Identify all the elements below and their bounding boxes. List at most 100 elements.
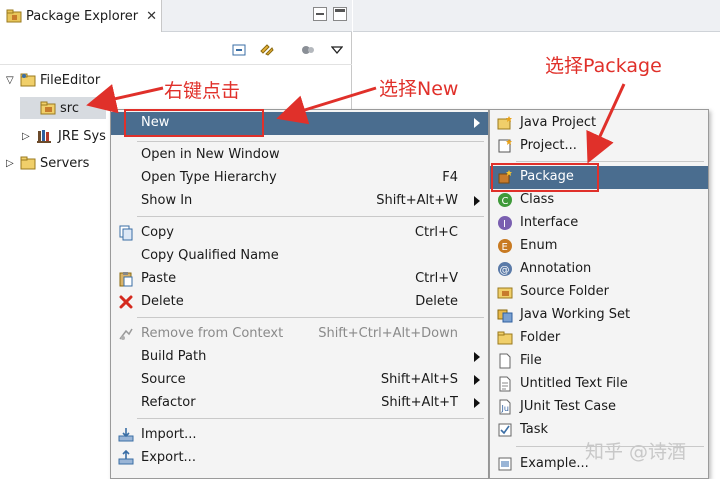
submenu-item-junit-test-case[interactable]: Ju JUnit Test Case <box>490 396 708 419</box>
menu-shortcut: Ctrl+C <box>414 225 458 240</box>
menu-item-source[interactable]: Source Shift+Alt+S <box>111 369 488 392</box>
menu-item-label: Open in New Window <box>141 147 280 162</box>
context-menu: New Open in New Window Open Type Hierarc… <box>110 109 489 479</box>
menu-item-label: Delete <box>141 294 184 309</box>
annotation-select-package: 选择Package <box>545 55 662 77</box>
menu-item-label: Open Type Hierarchy <box>141 170 277 185</box>
submenu-item-project[interactable]: Project... <box>490 135 708 158</box>
expand-icon[interactable]: ▽ <box>6 75 16 86</box>
view-filter-icon[interactable] <box>299 41 317 59</box>
menu-item-copy-qualified-name[interactable]: Copy Qualified Name <box>111 245 488 268</box>
submenu-item-folder[interactable]: Folder <box>490 327 708 350</box>
minimize-icon[interactable] <box>313 7 327 21</box>
tree-item-src[interactable]: src <box>20 97 106 119</box>
menu-shortcut: Shift+Alt+W <box>376 193 458 208</box>
task-icon <box>498 423 512 437</box>
submenu-item-annotation[interactable]: @ Annotation <box>490 258 708 281</box>
submenu-item-enum[interactable]: E Enum <box>490 235 708 258</box>
menu-item-label: Interface <box>520 215 579 230</box>
menu-item-refactor[interactable]: Refactor Shift+Alt+T <box>111 392 488 415</box>
menu-item-open-in-new-window[interactable]: Open in New Window <box>111 144 488 167</box>
menu-item-build-path[interactable]: Build Path <box>111 346 488 369</box>
view-toolbar <box>0 33 352 65</box>
collapse-all-icon[interactable] <box>230 41 248 59</box>
submenu-item-interface[interactable]: I Interface <box>490 212 708 235</box>
svg-text:I: I <box>503 219 506 230</box>
source-folder-icon <box>497 287 513 299</box>
menu-item-label: Example... <box>520 456 589 471</box>
menu-item-label: Export... <box>141 450 196 465</box>
paste-icon <box>119 272 133 287</box>
menu-item-label: Java Working Set <box>520 307 631 322</box>
tree-item-label: FileEditor <box>40 72 101 88</box>
menu-item-label: Task <box>520 422 549 437</box>
file-icon <box>499 353 511 369</box>
example-icon <box>498 457 512 471</box>
menu-item-label: Java Project <box>520 115 597 130</box>
tree-item-label: src <box>60 100 79 116</box>
svg-text:@: @ <box>500 265 510 276</box>
working-set-icon <box>497 309 513 323</box>
tree-item-fileeditor[interactable]: ▽ FileEditor <box>6 69 100 91</box>
tree-item-servers[interactable]: ▷ Servers <box>6 152 89 174</box>
text-file-icon <box>499 376 511 392</box>
menu-item-label: Project... <box>520 138 577 153</box>
library-icon <box>37 130 51 143</box>
menu-item-import[interactable]: Import... <box>111 424 488 447</box>
menu-item-paste[interactable]: Paste Ctrl+V <box>111 268 488 291</box>
project-folder-icon <box>20 73 36 87</box>
source-folder-icon <box>40 101 56 115</box>
menu-item-open-type-hierarchy[interactable]: Open Type Hierarchy F4 <box>111 167 488 190</box>
highlight-box-package <box>491 163 599 192</box>
menu-item-label: Annotation <box>520 261 592 276</box>
class-icon: C <box>498 193 512 207</box>
menu-item-label: Show In <box>141 193 193 208</box>
menu-item-label: Folder <box>520 330 561 345</box>
close-icon[interactable]: ✕ <box>146 9 157 24</box>
junit-icon: Ju <box>499 399 511 415</box>
menu-item-copy[interactable]: Copy Ctrl+C <box>111 222 488 245</box>
menu-shortcut: Ctrl+V <box>415 271 458 286</box>
menu-item-label: Untitled Text File <box>520 376 628 391</box>
menu-separator <box>137 216 484 217</box>
editor-tab-bar <box>353 0 720 32</box>
menu-item-show-in[interactable]: Show In Shift+Alt+W <box>111 190 488 213</box>
submenu-item-untitled-text-file[interactable]: Untitled Text File <box>490 373 708 396</box>
submenu-item-java-working-set[interactable]: Java Working Set <box>490 304 708 327</box>
menu-item-label: Paste <box>141 271 177 286</box>
expand-icon[interactable]: ▷ <box>6 158 16 169</box>
submenu-item-file[interactable]: File <box>490 350 708 373</box>
menu-separator <box>516 161 704 162</box>
menu-separator <box>137 317 484 318</box>
menu-item-remove-from-context: Remove from Context Shift+Ctrl+Alt+Down <box>111 323 488 346</box>
link-with-editor-icon[interactable] <box>258 41 276 59</box>
submenu-item-class[interactable]: C Class <box>490 189 708 212</box>
maximize-icon[interactable] <box>333 7 347 21</box>
delete-icon <box>119 295 133 309</box>
menu-item-label: Copy <box>141 225 174 240</box>
menu-item-label: Import... <box>141 427 197 442</box>
menu-item-label: JUnit Test Case <box>520 399 616 414</box>
tree-item-jre-system[interactable]: ▷ JRE Sys <box>22 125 106 147</box>
menu-shortcut: Shift+Ctrl+Alt+Down <box>318 326 458 341</box>
expand-icon[interactable]: ▷ <box>22 131 32 142</box>
submenu-arrow-icon <box>474 398 480 408</box>
menu-item-export[interactable]: Export... <box>111 447 488 470</box>
menu-item-delete[interactable]: Delete Delete <box>111 291 488 314</box>
view-tab-bar: Package Explorer ✕ <box>0 0 352 32</box>
menu-item-label: Refactor <box>141 395 196 410</box>
annotation-icon: @ <box>498 262 512 276</box>
project-icon <box>498 139 512 153</box>
menu-item-label: Source Folder <box>520 284 609 299</box>
menu-item-label: File <box>520 353 542 368</box>
menu-item-label: Remove from Context <box>141 326 284 341</box>
submenu-arrow-icon <box>474 118 480 128</box>
annotation-select-new: 选择New <box>379 78 459 100</box>
submenu-item-source-folder[interactable]: Source Folder <box>490 281 708 304</box>
menu-item-label: Class <box>520 192 555 207</box>
view-menu-chevron-down-icon[interactable] <box>328 41 346 59</box>
svg-text:C: C <box>502 196 509 207</box>
submenu-item-java-project[interactable]: Java Project <box>490 112 708 135</box>
submenu-arrow-icon <box>474 196 480 206</box>
tab-package-explorer[interactable]: Package Explorer ✕ <box>0 0 162 32</box>
